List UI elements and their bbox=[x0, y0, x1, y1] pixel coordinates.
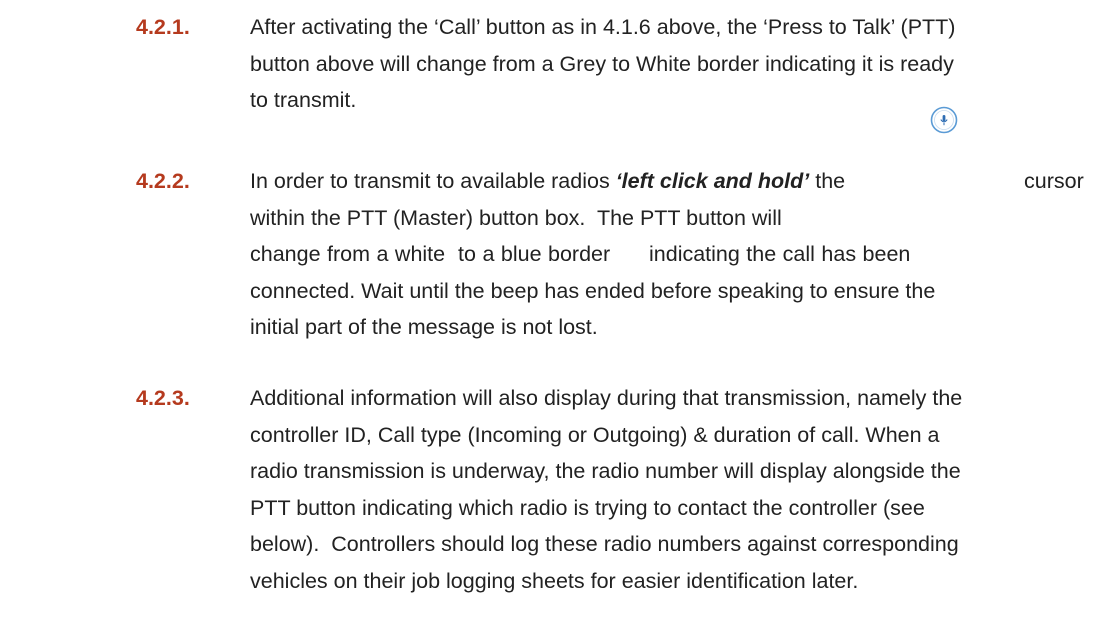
text-line: controller ID, Call type (Incoming or Ou… bbox=[250, 422, 940, 447]
section-text: In order to transmit to available radios… bbox=[250, 163, 1090, 346]
section-text: Additional information will also display… bbox=[250, 380, 1090, 599]
emphasis-text: ‘left click and hold’ bbox=[615, 169, 810, 193]
text-fragment: cursor bbox=[1024, 169, 1084, 193]
text-line: initial part of the message is not lost. bbox=[250, 315, 598, 339]
text-line: radio transmission is underway, the radi… bbox=[250, 459, 961, 483]
ptt-mic-icon bbox=[930, 106, 958, 134]
document-page: 4.2.1. After activating the ‘Call’ butto… bbox=[0, 0, 1101, 635]
section-text: After activating the ‘Call’ button as in… bbox=[250, 9, 1090, 119]
text-line: change from a white to a blue border ind… bbox=[250, 242, 911, 266]
section-number: 4.2.3. bbox=[136, 386, 190, 410]
text-line: PTT button indicating which radio is try… bbox=[250, 495, 925, 520]
section-number: 4.2.2. bbox=[136, 169, 190, 193]
text-line: After activating the ‘Call’ button as in… bbox=[250, 15, 956, 39]
text-line: vehicles on their job logging sheets for… bbox=[250, 568, 859, 593]
text-line: In order to transmit to available radios… bbox=[250, 163, 1090, 200]
text-line: below). Controllers should log these rad… bbox=[250, 532, 959, 556]
section-number: 4.2.1. bbox=[136, 15, 190, 39]
text-line: Additional information will also display… bbox=[250, 386, 963, 410]
text-line: within the PTT (Master) button box. The … bbox=[250, 205, 782, 230]
text-line: connected. Wait until the beep has ended… bbox=[250, 278, 936, 303]
text-line: to transmit. bbox=[250, 88, 357, 112]
text-line: button above will change from a Grey to … bbox=[250, 51, 954, 76]
